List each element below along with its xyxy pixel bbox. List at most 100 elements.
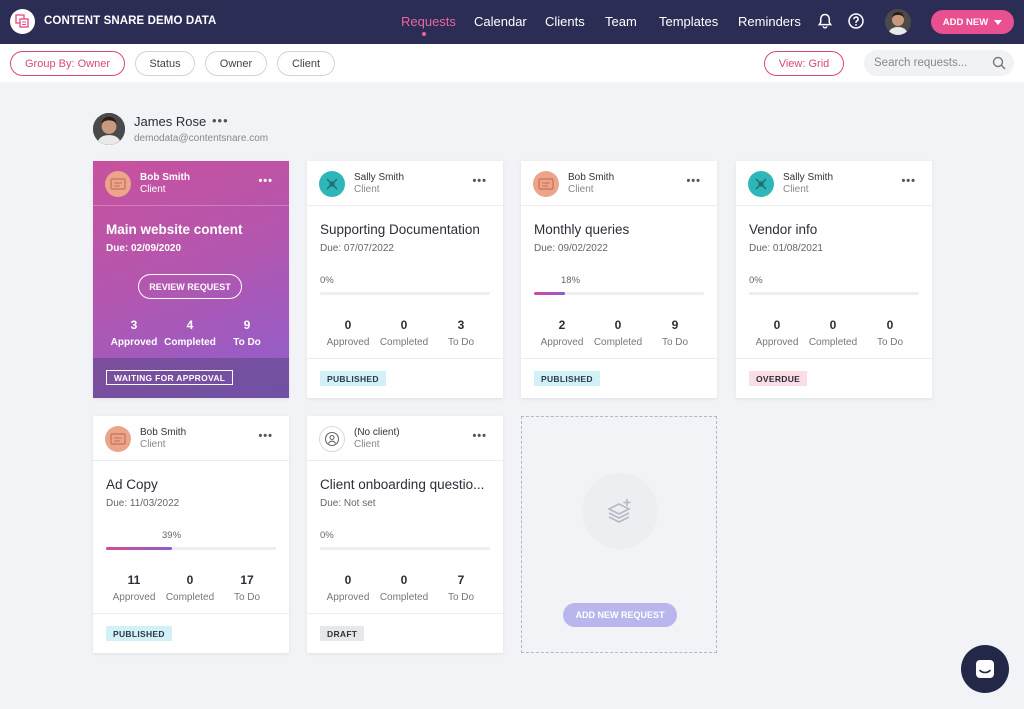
- chat-icon[interactable]: [961, 645, 1009, 693]
- request-card[interactable]: Bob Smith Client ••• Main website conten…: [93, 161, 289, 398]
- stat-completed: 0 Completed: [379, 318, 429, 348]
- client-role: Client: [354, 439, 380, 450]
- search-placeholder: Search requests...: [874, 57, 968, 69]
- request-title[interactable]: Monthly queries: [534, 222, 706, 237]
- view-toggle-button[interactable]: View: Grid: [764, 51, 844, 76]
- request-card[interactable]: (No client) Client ••• Client onboarding…: [307, 416, 503, 653]
- status-badge: WAITING FOR APPROVAL: [106, 370, 234, 385]
- due-date: Due: 09/02/2022: [534, 243, 608, 254]
- progress-percent: 0%: [320, 530, 334, 541]
- owner-avatar: [93, 113, 125, 145]
- request-title[interactable]: Client onboarding questio...: [320, 477, 492, 492]
- stat-todo: 17 To Do: [233, 573, 261, 603]
- nav-calendar[interactable]: Calendar: [474, 14, 527, 29]
- card-footer: PUBLISHED: [521, 358, 717, 398]
- progress-bar: [749, 292, 919, 295]
- nav-templates[interactable]: Templates: [659, 14, 718, 29]
- request-title[interactable]: Vendor info: [749, 222, 921, 237]
- client-avatar-icon: [319, 171, 345, 197]
- progress-bar: [534, 292, 704, 295]
- search-icon[interactable]: [992, 56, 1006, 73]
- card-footer: PUBLISHED: [307, 358, 503, 398]
- card-menu-icon[interactable]: •••: [472, 430, 487, 442]
- client-filter-button[interactable]: Client: [277, 51, 335, 76]
- progress-percent: 18%: [561, 275, 581, 286]
- client-name: (No client): [354, 427, 400, 438]
- bell-icon[interactable]: [816, 12, 834, 30]
- filter-bar: Group By: Owner Status Owner Client View…: [0, 44, 1024, 82]
- request-card[interactable]: Bob Smith Client ••• Ad Copy Due: 11/03/…: [93, 416, 289, 653]
- due-date: Due: 01/08/2021: [749, 243, 823, 254]
- nav-active-indicator: [422, 32, 426, 36]
- card-menu-icon[interactable]: •••: [258, 430, 273, 442]
- nav-team[interactable]: Team: [605, 14, 637, 29]
- help-icon[interactable]: [847, 12, 865, 30]
- owner-menu-icon[interactable]: •••: [212, 113, 229, 128]
- progress-percent: 0%: [320, 275, 334, 286]
- search-input[interactable]: Search requests...: [864, 50, 1014, 76]
- client-role: Client: [783, 184, 809, 195]
- progress-bar: [106, 547, 276, 550]
- card-header: Sally Smith Client •••: [736, 161, 932, 206]
- review-request-button[interactable]: REVIEW REQUEST: [138, 274, 242, 299]
- add-request-card[interactable]: ADD NEW REQUEST: [521, 416, 717, 653]
- client-name: Bob Smith: [140, 172, 190, 183]
- card-menu-icon[interactable]: •••: [686, 175, 701, 187]
- stat-todo: 0 To Do: [876, 318, 904, 348]
- stat-approved: 2 Approved: [540, 318, 584, 348]
- status-badge: PUBLISHED: [534, 371, 600, 386]
- nav-reminders[interactable]: Reminders: [738, 14, 801, 29]
- card-header: Bob Smith Client •••: [93, 161, 289, 206]
- status-badge: DRAFT: [320, 626, 365, 641]
- nav-requests[interactable]: Requests: [401, 14, 456, 29]
- status-filter-button[interactable]: Status: [135, 51, 195, 76]
- card-header: Bob Smith Client •••: [93, 416, 289, 461]
- top-nav: CONTENT SNARE DEMO DATA Requests Calenda…: [0, 0, 1024, 44]
- progress-bar: [320, 292, 490, 295]
- user-avatar[interactable]: [885, 9, 911, 35]
- card-menu-icon[interactable]: •••: [258, 175, 273, 187]
- card-menu-icon[interactable]: •••: [472, 175, 487, 187]
- app-logo-icon[interactable]: [10, 9, 35, 34]
- progress-percent: 39%: [162, 530, 182, 541]
- client-avatar-icon: [105, 426, 131, 452]
- nav-clients[interactable]: Clients: [545, 14, 585, 29]
- stat-approved: 0 Approved: [755, 318, 799, 348]
- request-title[interactable]: Supporting Documentation: [320, 222, 492, 237]
- add-new-request-button[interactable]: ADD NEW REQUEST: [563, 603, 677, 627]
- owner-filter-button[interactable]: Owner: [205, 51, 267, 76]
- add-layers-icon[interactable]: [582, 473, 658, 549]
- due-date: Due: 07/07/2022: [320, 243, 394, 254]
- stat-todo: 9 To Do: [233, 318, 261, 348]
- request-title[interactable]: Main website content: [106, 222, 278, 237]
- request-title[interactable]: Ad Copy: [106, 477, 278, 492]
- client-role: Client: [568, 184, 594, 195]
- client-avatar-icon: [533, 171, 559, 197]
- stat-approved: 0 Approved: [326, 573, 370, 603]
- progress-bar: [320, 547, 490, 550]
- brand-name: CONTENT SNARE DEMO DATA: [44, 15, 217, 27]
- card-menu-icon[interactable]: •••: [901, 175, 916, 187]
- card-header: Bob Smith Client •••: [521, 161, 717, 206]
- progress-percent: 0%: [749, 275, 763, 286]
- progress-fill: [534, 292, 565, 295]
- stat-approved: 0 Approved: [326, 318, 370, 348]
- card-footer: WAITING FOR APPROVAL: [93, 358, 289, 398]
- request-card[interactable]: Sally Smith Client ••• Supporting Docume…: [307, 161, 503, 398]
- user-circle-icon: [319, 426, 345, 452]
- due-date: Due: 02/09/2020: [106, 243, 182, 254]
- status-badge: PUBLISHED: [320, 371, 386, 386]
- stat-completed: 0 Completed: [165, 573, 215, 603]
- owner-name: James Rose: [134, 114, 207, 129]
- status-badge: PUBLISHED: [106, 626, 172, 641]
- group-by-button[interactable]: Group By: Owner: [10, 51, 125, 76]
- card-header: Sally Smith Client •••: [307, 161, 503, 206]
- client-name: Bob Smith: [568, 172, 615, 183]
- stat-completed: 4 Completed: [164, 318, 216, 348]
- add-new-button[interactable]: ADD NEW: [931, 10, 1014, 34]
- request-card[interactable]: Sally Smith Client ••• Vendor info Due: …: [736, 161, 932, 398]
- client-role: Client: [140, 184, 166, 195]
- status-badge: OVERDUE: [749, 371, 808, 386]
- client-name: Bob Smith: [140, 427, 187, 438]
- request-card[interactable]: Bob Smith Client ••• Monthly queries Due…: [521, 161, 717, 398]
